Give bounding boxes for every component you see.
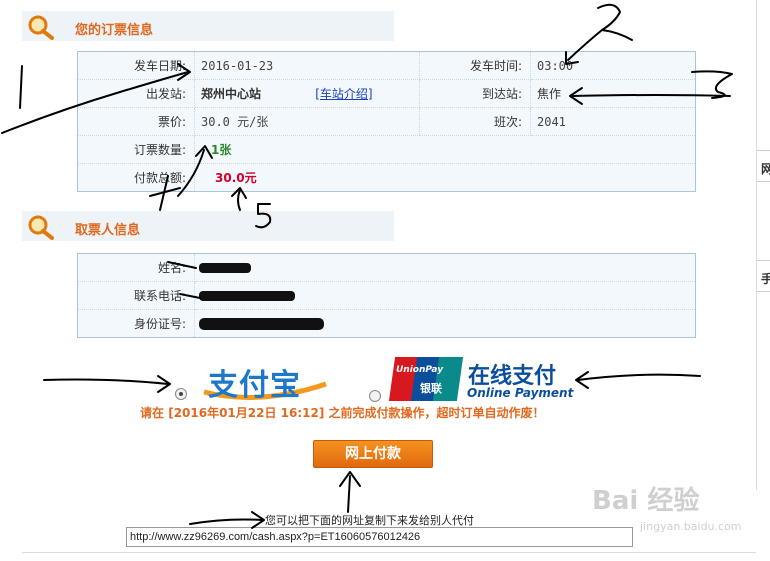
annotation-arrow-quantity: [177, 149, 205, 197]
annotation-arrow-name: [167, 261, 197, 269]
annotation-digit-4: [149, 175, 181, 211]
annotation-digit-1: [19, 65, 23, 109]
annotation-arrow-date: [1, 71, 189, 134]
annotation-arrow-phone: [179, 293, 201, 299]
annotation-arrow-destination: [571, 94, 731, 97]
annotation-arrow-share-url: [189, 518, 263, 525]
annotation-arrow-alipay: [43, 378, 169, 385]
annotation-arrow-time: [567, 29, 603, 61]
hand-drawn-annotations: [1, 3, 733, 529]
annotation-arrow-unionpay: [577, 373, 701, 381]
annotation-digit-3-right: [691, 70, 733, 99]
annotation-digit-3-top: [597, 3, 633, 41]
annotation-arrow-pay-button: [347, 475, 351, 513]
annotation-arrow-total: [237, 189, 241, 211]
annotation-digit-5: [255, 203, 272, 229]
